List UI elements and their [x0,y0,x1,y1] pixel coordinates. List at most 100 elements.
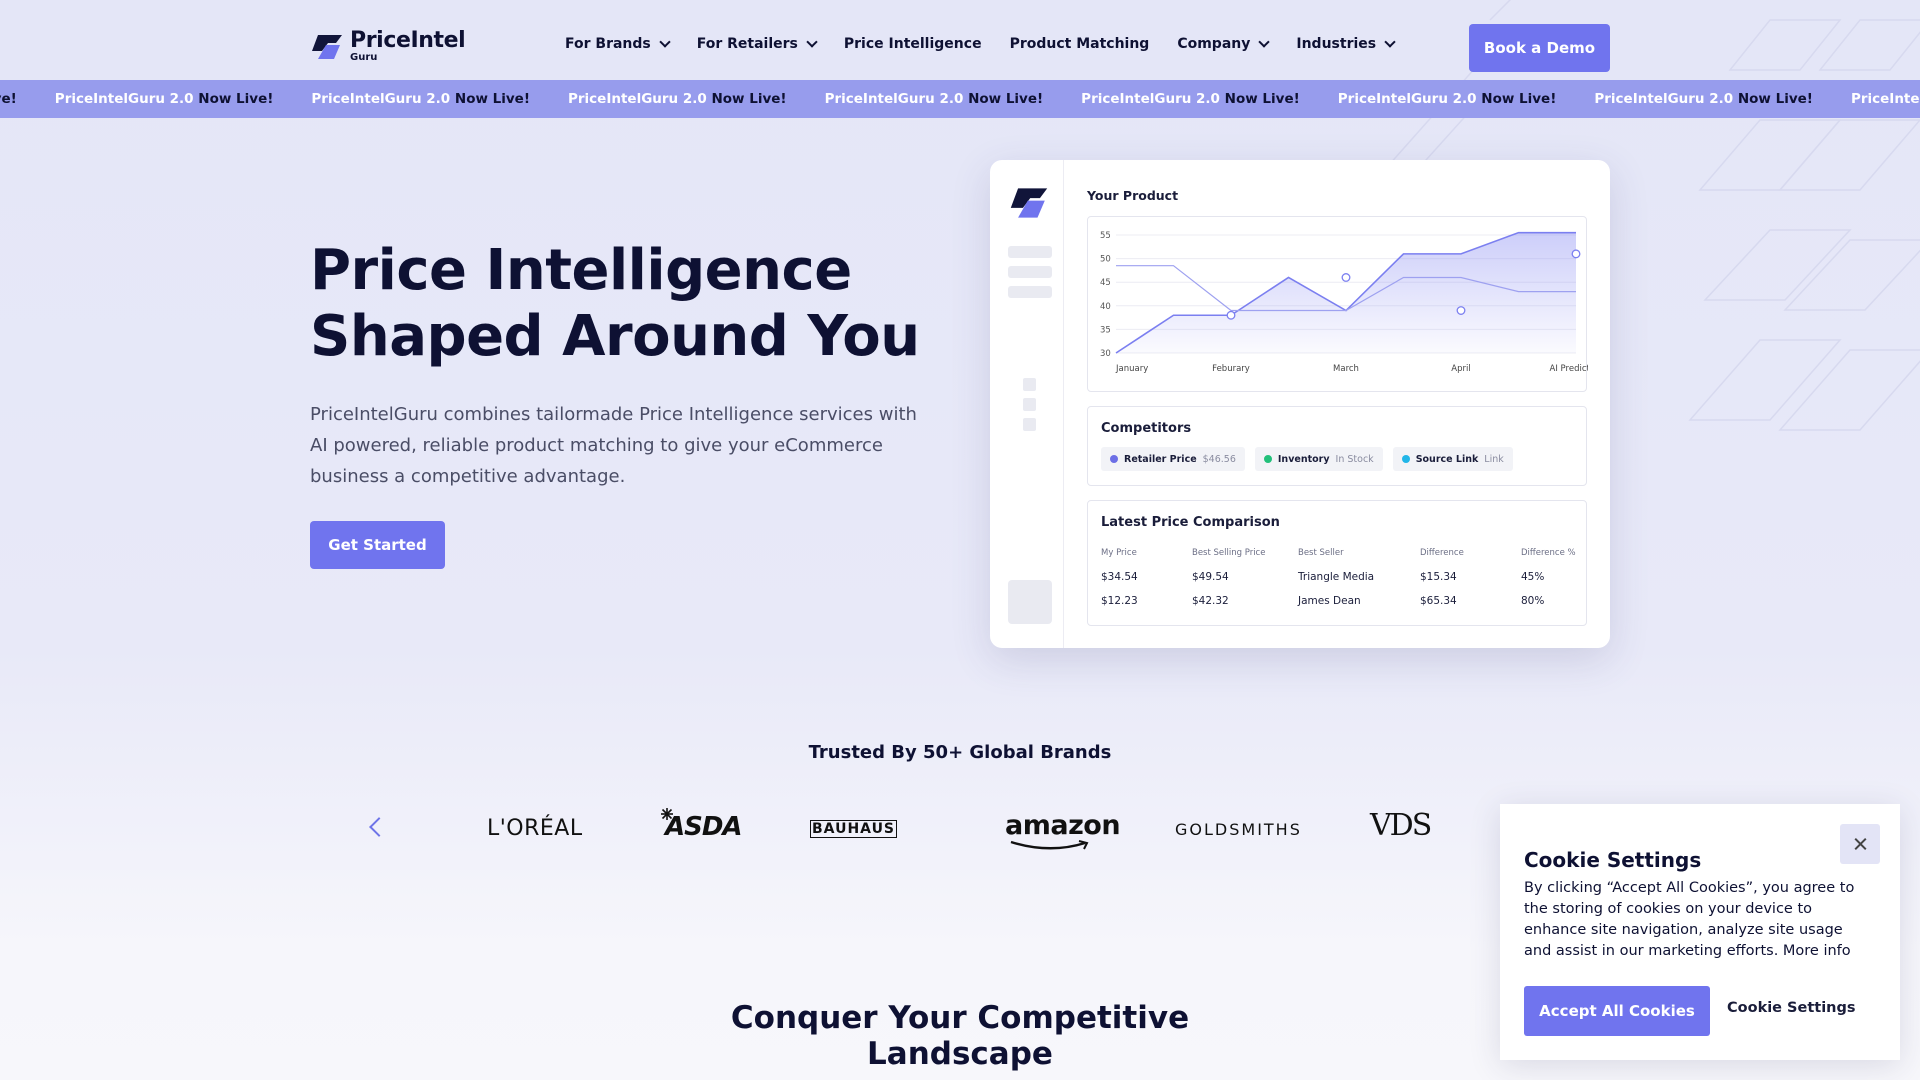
inventory-dot [1263,455,1272,463]
chevron-down-icon [1384,35,1396,48]
dashboard-sidebar [990,160,1064,648]
nav-product-matching[interactable]: Product Matching [1010,36,1150,52]
chart-series-area [1116,232,1576,353]
brand-logo-vds: VDS [1370,808,1432,843]
table-cell: $15.34 [1420,571,1457,583]
hero-description: PriceIntelGuru combines tailormade Price… [310,404,917,487]
brand-logo-asda: ASDA [661,808,743,842]
competitor-chips: Retailer Price $46.56 Inventory In Stock S… [1101,447,1513,471]
table-header-cell: Best Seller [1298,548,1344,558]
table-row: $12.23 $42.32 James Dean $65.34 80% [1101,589,1577,613]
chart-y-tick-label: 55 [1100,231,1111,241]
cookie-title: Cookie Settings [1524,848,1702,872]
chart-data-point [1226,310,1236,320]
nav-price-intelligence[interactable]: Price Intelligence [844,36,982,52]
table-header-cell: My Price [1101,548,1137,558]
ticker-item: PriceIntelGuru 2.0 Now Live! [311,91,530,107]
brand-logo-loreal: L'ORÉAL [487,816,583,841]
cookie-banner: Cookie Settings By clicking “Accept All … [1500,804,1900,1060]
table-cell: $65.34 [1420,595,1457,607]
brand-logo-goldsmiths: GOLDSMITHS [1175,820,1302,839]
retailer-price-dot [1110,455,1118,463]
close-icon[interactable] [1840,824,1880,864]
comparison-table: My Price Best Selling Price Best Seller … [1101,545,1577,613]
table-cell: James Dean [1298,595,1361,607]
announcement-ticker: ow Live! PriceIntelGuru 2.0 Now Live! Pri… [0,80,1920,118]
main-nav: For Brands For Retailers Price Intellige… [565,35,1396,52]
logo-sub-wordmark: Guru [350,52,378,63]
chart-y-tick-label: 45 [1100,278,1111,288]
chart-y-tick-label: 35 [1100,325,1111,335]
carousel-prev-arrow-icon[interactable] [369,817,389,837]
chart-data-point [1571,249,1581,259]
chart-y-tick-label: 40 [1100,302,1111,312]
hero-title-line-1: Price Intelligence [310,238,852,303]
chart-y-tick-label: 50 [1100,255,1111,265]
dashboard-preview-card: Your Product 55 50 45 40 35 30 January Feburary… [990,160,1610,648]
amazon-wordmark: amazon [1005,810,1121,841]
ticker-item: PriceIntelGuru 2.0 Now Live! [567,91,787,107]
table-cell: $42.32 [1192,595,1229,607]
chart-data-point [1456,306,1466,315]
brand-logo-bauhaus: BAUHAUS [810,820,898,838]
chart-x-tick-label: AI Predictive [1550,364,1588,374]
brand-logo-amazon: amazon [1005,810,1121,850]
hero-title-line-2: Shaped Around You [310,304,920,369]
competitors-title: Competitors [1101,421,1192,436]
bauhaus-wordmark: BAUHAUS [810,820,898,838]
chip-retailer-price: Retailer Price $46.56 [1101,447,1245,471]
chip-inventory: Inventory In Stock [1254,447,1383,471]
dashboard-title: Your Product [1087,188,1179,203]
chart-x-tick-label: Feburary [1212,364,1250,374]
book-demo-button[interactable]: Book a Demo [1469,24,1610,72]
sidebar-placeholder [1008,246,1052,258]
accept-all-cookies-button[interactable]: Accept All Cookies [1524,986,1710,1036]
nav-company[interactable]: Company [1177,35,1271,52]
comparison-title: Latest Price Comparison [1101,515,1280,530]
priceintel-logo-icon [312,34,342,59]
chevron-down-icon [806,35,818,48]
table-header-cell: Difference % [1521,548,1576,558]
ticker-item: PriceIntelGuru 2.0 Now Live! [1850,91,1920,107]
chart-x-tick-label: April [1451,364,1470,374]
table-header-cell: Difference [1420,548,1464,558]
nav-for-retailers[interactable]: For Retailers [697,35,818,52]
table-header-row: My Price Best Selling Price Best Seller … [1101,545,1577,561]
site-header: PriceIntel Guru For Brands For Retailers… [0,0,1920,80]
chart-x-tick-label: March [1333,364,1359,374]
chart-y-tick-label: 30 [1100,349,1111,359]
competitors-panel: Competitors Retailer Price $46.56 Invento… [1087,406,1587,486]
ticker-item: PriceIntelGuru 2.0 Now Live! [824,91,1044,107]
ticker-item: PriceIntelGuru 2.0 Now Live! [1337,91,1557,107]
table-cell: 80% [1521,595,1545,607]
logo-wordmark: PriceIntel [350,28,466,53]
chevron-down-icon [1258,35,1271,48]
asda-spark-icon [661,808,673,820]
sidebar-placeholder [1023,418,1036,431]
source-link-dot [1401,455,1410,463]
hero-title: Price Intelligence Shaped Around You [310,238,920,370]
ticker-item: PriceIntelGuru 2.0 Now Live! [1594,91,1813,107]
nav-for-brands[interactable]: For Brands [565,35,671,52]
ticker-item: PriceIntelGuru 2.0 Now Live! [54,91,274,107]
cookie-settings-link[interactable]: Cookie Settings [1727,1000,1856,1016]
get-started-button[interactable]: Get Started [310,521,445,569]
sidebar-placeholder-block [1008,580,1052,624]
chart-x-tick-label: January [1115,364,1148,374]
ticker-item: PriceIntelGuru 2.0 Now Live! [1081,91,1300,107]
chevron-down-icon [659,35,671,48]
ticker-item: ow Live! [0,91,17,107]
table-cell: $49.54 [1192,571,1229,583]
sidebar-placeholder [1008,286,1052,298]
table-row: $34.54 $49.54 Triangle Media $15.34 45% [1101,565,1577,589]
sidebar-placeholder [1008,266,1052,278]
sidebar-placeholder [1023,398,1036,411]
site-logo[interactable]: PriceIntel Guru [310,28,466,63]
amazon-smile-icon [1010,840,1089,850]
trusted-heading: Trusted By 50+ Global Brands [808,742,1112,763]
nav-industries[interactable]: Industries [1296,35,1396,52]
table-cell: Triangle Media [1298,571,1375,583]
table-header-cell: Best Selling Price [1192,548,1266,558]
chip-source-link: Source Link Link [1392,447,1513,471]
price-line-chart: 55 50 45 40 35 30 January Feburary March April AI … [1100,231,1588,374]
